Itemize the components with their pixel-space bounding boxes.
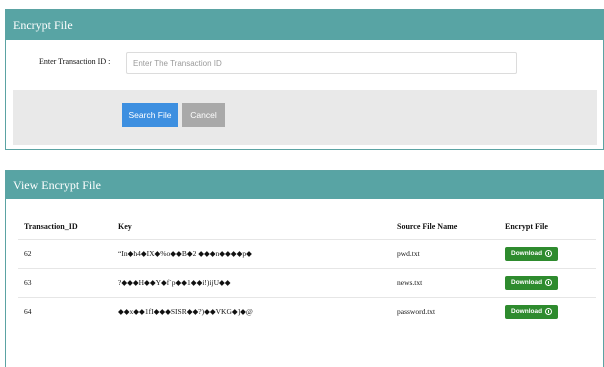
cell-source-file: news.txt — [397, 267, 505, 297]
download-icon — [545, 250, 553, 257]
download-button[interactable]: Download — [505, 304, 559, 319]
download-button[interactable]: Download — [505, 275, 559, 290]
cell-key: ?◆◆◆H◆◆Y◆f`p◆◆1◆◆i!)ijU◆◆ — [118, 267, 397, 297]
cell-transaction-id: 63 — [18, 267, 118, 297]
table-header-row: Transaction_ID Key Source File Name Encr… — [18, 214, 596, 239]
download-label: Download — [511, 308, 543, 316]
action-bar: Search File Cancel — [13, 90, 597, 145]
table-row: 63 ?◆◆◆H◆◆Y◆f`p◆◆1◆◆i!)ijU◆◆ news.txt Do… — [18, 267, 596, 297]
encrypt-file-table: Transaction_ID Key Source File Name Encr… — [18, 214, 596, 326]
cell-source-file: pwd.txt — [397, 238, 505, 268]
transaction-id-row: Enter Transaction ID : — [6, 52, 603, 74]
cell-encrypt-file: Download — [505, 296, 596, 326]
cell-transaction-id: 62 — [18, 238, 118, 268]
col-key: Key — [118, 221, 132, 231]
col-transaction-id: Transaction_ID — [24, 221, 78, 231]
view-encrypt-file-panel: View Encrypt File Transaction_ID Key Sou… — [5, 170, 604, 367]
cell-source-file: password.txt — [397, 296, 505, 326]
encrypt-file-panel: Encrypt File Enter Transaction ID : Sear… — [5, 9, 604, 150]
download-button[interactable]: Download — [505, 246, 559, 261]
transaction-id-label: Enter Transaction ID : — [39, 57, 111, 66]
cell-encrypt-file: Download — [505, 267, 596, 297]
download-label: Download — [511, 250, 543, 257]
cell-encrypt-file: Download — [505, 238, 596, 268]
encrypt-file-title: Encrypt File — [6, 10, 603, 40]
download-label: Download — [511, 279, 543, 286]
cell-transaction-id: 64 — [18, 296, 118, 326]
cell-key: “In◆h4◆IX◆%o◆◆B◆2 ◆◆◆n◆◆◆◆p◆ — [118, 238, 397, 268]
table-row: 62 “In◆h4◆IX◆%o◆◆B◆2 ◆◆◆n◆◆◆◆p◆ pwd.txt … — [18, 238, 596, 268]
download-icon — [545, 308, 553, 316]
download-icon — [545, 279, 553, 286]
transaction-id-input[interactable] — [126, 52, 517, 74]
table-row: 64 ◆◆x◆◆1fI◆◆◆SISR◆◆?)◆◆VKG◆]◆@ password… — [18, 296, 596, 326]
view-encrypt-file-title: View Encrypt File — [6, 171, 603, 199]
col-source-file: Source File Name — [397, 221, 458, 231]
search-file-button[interactable]: Search File — [122, 103, 178, 127]
cell-key: ◆◆x◆◆1fI◆◆◆SISR◆◆?)◆◆VKG◆]◆@ — [118, 296, 397, 326]
cancel-button[interactable]: Cancel — [182, 103, 225, 127]
col-encrypt-file: Encrypt File — [505, 221, 548, 231]
